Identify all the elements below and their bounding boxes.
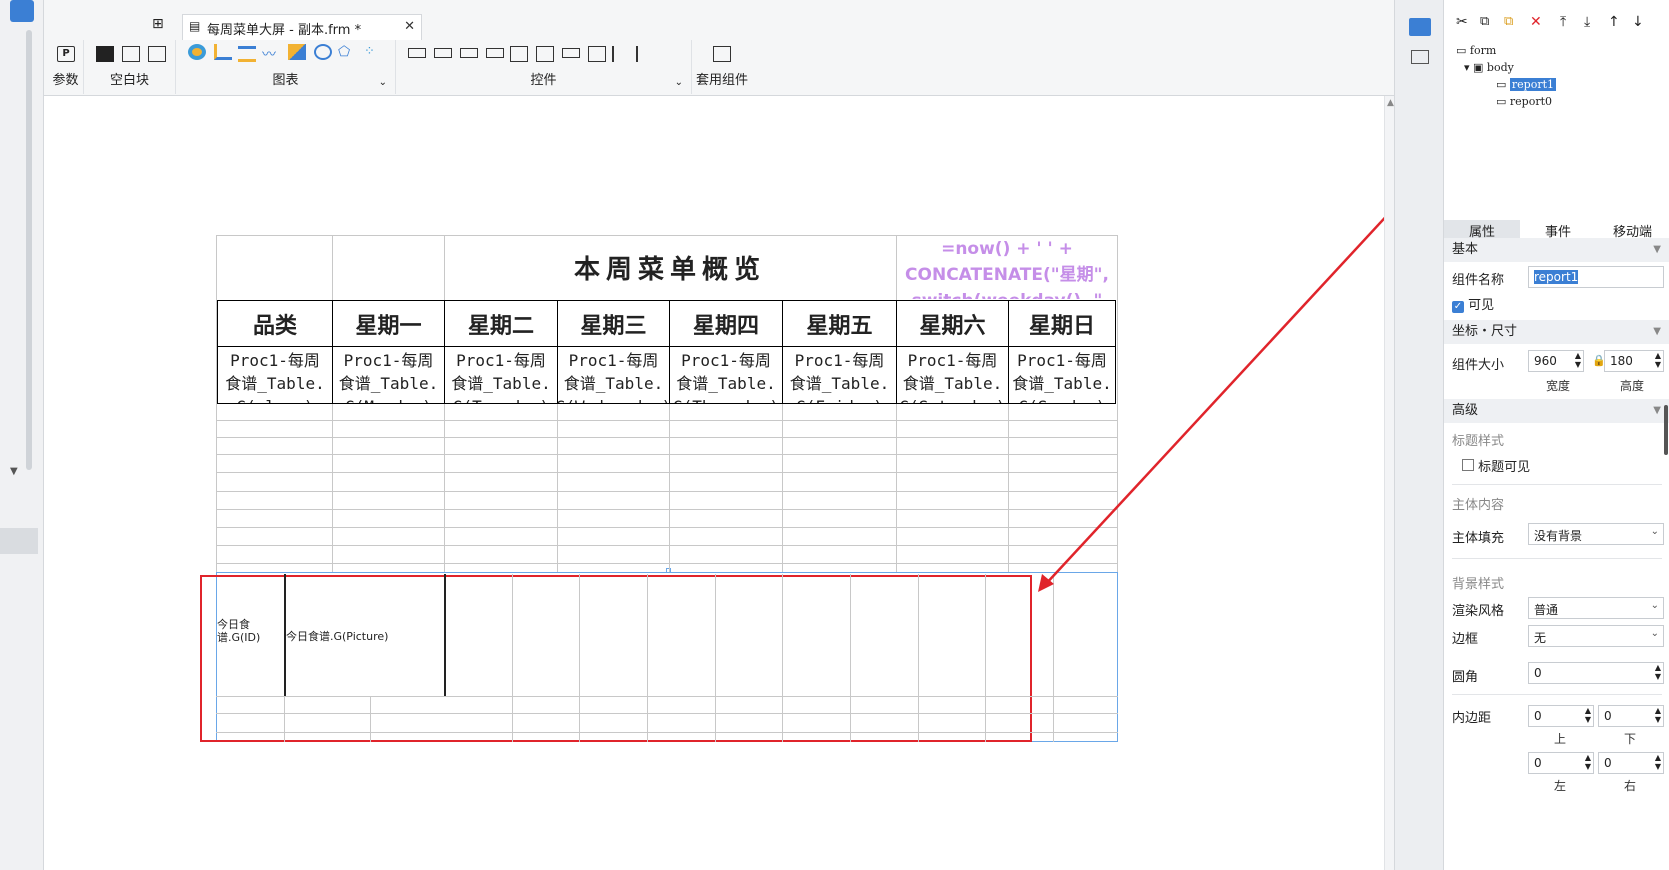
component-panel-icon[interactable] bbox=[1409, 18, 1431, 36]
title-visible-row[interactable]: 标题可见 bbox=[1462, 456, 1530, 475]
name-input[interactable]: report1 bbox=[1528, 266, 1664, 288]
pad-right-value: 0 bbox=[1604, 756, 1612, 770]
right-label: 右 bbox=[1624, 779, 1637, 793]
radius-label: 圆角 bbox=[1452, 670, 1479, 685]
stepper-icon[interactable]: ▲ ▼ bbox=[1655, 753, 1661, 771]
stepper-icon[interactable]: ▲ ▼ bbox=[1585, 753, 1591, 771]
width-input[interactable]: 960 ▲ ▼ bbox=[1528, 350, 1584, 372]
tree-report0-label: report0 bbox=[1509, 95, 1552, 108]
border-label: 边框 bbox=[1452, 632, 1479, 647]
stepper-icon[interactable]: ▲ ▼ bbox=[1655, 351, 1661, 369]
pad-top-value: 0 bbox=[1534, 709, 1542, 723]
render-style-value: 普通 bbox=[1534, 603, 1559, 617]
tree-toolbar: ✂ ⧉ ⧉ ✕ ⤒ ⤓ ↑ ↓ bbox=[1456, 14, 1666, 34]
section-advanced[interactable]: 高级 ▼ bbox=[1444, 399, 1669, 423]
title-visible-checkbox[interactable] bbox=[1462, 459, 1474, 471]
name-label: 组件名称 bbox=[1452, 273, 1505, 288]
border-select[interactable]: 无 ⌄ bbox=[1528, 625, 1664, 647]
stepper-icon[interactable]: ▲ ▼ bbox=[1575, 351, 1581, 369]
height-input[interactable]: 180 ▲ ▼ bbox=[1604, 350, 1664, 372]
divider bbox=[1452, 558, 1662, 559]
chevron-down-icon: ⌄ bbox=[1650, 600, 1659, 611]
body-content-label: 主体内容 bbox=[1452, 498, 1505, 513]
tree-body[interactable]: ▾ ▣ body bbox=[1464, 61, 1514, 74]
pad-bottom-value: 0 bbox=[1604, 709, 1612, 723]
move-top-icon[interactable]: ⤒ bbox=[1560, 14, 1566, 30]
pad-left-input[interactable]: 0 ▲ ▼ bbox=[1528, 752, 1594, 774]
divider bbox=[1452, 484, 1662, 485]
report-icon: ▭ bbox=[1496, 95, 1510, 108]
cut-icon[interactable]: ✂ bbox=[1456, 14, 1468, 30]
visible-checkbox[interactable]: ✓ bbox=[1452, 301, 1464, 313]
chevron-down-icon: ⌄ bbox=[1650, 628, 1659, 639]
properties-panel: ✂ ⧉ ⧉ ✕ ⤒ ⤓ ↑ ↓ ▭ form ▾ ▣ body ▭ report… bbox=[1444, 0, 1669, 870]
collapse-icon: ▼ bbox=[1653, 326, 1661, 337]
stepper-icon[interactable]: ▲ ▼ bbox=[1655, 663, 1661, 681]
body-fill-label: 主体填充 bbox=[1452, 531, 1505, 546]
stepper-icon[interactable]: ▲ ▼ bbox=[1655, 706, 1661, 724]
body-fill-value: 没有背景 bbox=[1534, 529, 1583, 543]
tree-report0[interactable]: ▭ report0 bbox=[1496, 95, 1552, 108]
tree-form[interactable]: ▭ form bbox=[1456, 44, 1496, 57]
expand-icon: ▾ bbox=[1464, 61, 1474, 74]
width-label: 宽度 bbox=[1546, 379, 1571, 393]
render-style-label: 渲染风格 bbox=[1452, 604, 1505, 619]
delete-icon[interactable]: ✕ bbox=[1530, 14, 1542, 30]
collapse-icon: ▼ bbox=[1653, 405, 1661, 416]
panel-switcher bbox=[1394, 0, 1444, 870]
title-visible-label: 标题可见 bbox=[1478, 460, 1531, 475]
render-style-select[interactable]: 普通 ⌄ bbox=[1528, 597, 1664, 619]
name-value: report1 bbox=[1534, 270, 1579, 284]
body-fill-select[interactable]: 没有背景 ⌄ bbox=[1528, 523, 1664, 545]
left-label: 左 bbox=[1554, 779, 1567, 793]
bg-style-label: 背景样式 bbox=[1452, 577, 1505, 592]
move-bottom-icon[interactable]: ⤓ bbox=[1584, 14, 1590, 30]
width-value: 960 bbox=[1534, 354, 1557, 368]
radius-value: 0 bbox=[1534, 666, 1542, 680]
tree-report1[interactable]: ▭ report1 bbox=[1496, 78, 1556, 91]
top-label: 上 bbox=[1554, 732, 1567, 746]
title-style-label: 标题样式 bbox=[1452, 434, 1505, 449]
tree-report1-label: report1 bbox=[1509, 78, 1556, 91]
height-label: 高度 bbox=[1620, 379, 1645, 393]
divider bbox=[1452, 694, 1662, 695]
form-icon: ▭ bbox=[1456, 44, 1470, 57]
collapse-icon: ▼ bbox=[1653, 244, 1661, 255]
pad-bottom-input[interactable]: 0 ▲ ▼ bbox=[1598, 705, 1664, 727]
section-coord-label: 坐标・尺寸 bbox=[1452, 324, 1518, 339]
section-coord[interactable]: 坐标・尺寸 ▼ bbox=[1444, 320, 1669, 344]
size-label: 组件大小 bbox=[1452, 358, 1505, 373]
bottom-label: 下 bbox=[1624, 732, 1637, 746]
section-basic-label: 基本 bbox=[1452, 242, 1479, 257]
section-advanced-label: 高级 bbox=[1452, 403, 1479, 418]
stepper-icon[interactable]: ▲ ▼ bbox=[1585, 706, 1591, 724]
visible-label: 可见 bbox=[1468, 298, 1495, 313]
chevron-down-icon: ⌄ bbox=[1650, 526, 1659, 537]
pad-top-input[interactable]: 0 ▲ ▼ bbox=[1528, 705, 1594, 727]
pad-right-input[interactable]: 0 ▲ ▼ bbox=[1598, 752, 1664, 774]
tree-form-label: form bbox=[1469, 44, 1497, 57]
radius-input[interactable]: 0 ▲ ▼ bbox=[1528, 662, 1664, 684]
copy-icon[interactable]: ⧉ bbox=[1480, 14, 1489, 29]
scroll-up-icon[interactable]: ▲ bbox=[1387, 98, 1394, 108]
padding-label: 内边距 bbox=[1452, 711, 1492, 726]
move-up-icon[interactable]: ↑ bbox=[1608, 14, 1620, 30]
move-down-icon[interactable]: ↓ bbox=[1632, 14, 1644, 30]
layout-panel-icon[interactable] bbox=[1411, 50, 1429, 64]
border-value: 无 bbox=[1534, 631, 1547, 645]
pad-left-value: 0 bbox=[1534, 756, 1542, 770]
body-icon: ▣ bbox=[1473, 61, 1487, 74]
tree-body-label: body bbox=[1486, 61, 1514, 74]
paste-icon[interactable]: ⧉ bbox=[1504, 14, 1513, 29]
panel-scrollbar[interactable] bbox=[1664, 405, 1668, 455]
visible-row[interactable]: ✓ 可见 bbox=[1452, 294, 1494, 313]
height-value: 180 bbox=[1610, 354, 1633, 368]
section-basic[interactable]: 基本 ▼ bbox=[1444, 238, 1669, 262]
report-icon: ▭ bbox=[1496, 78, 1510, 91]
